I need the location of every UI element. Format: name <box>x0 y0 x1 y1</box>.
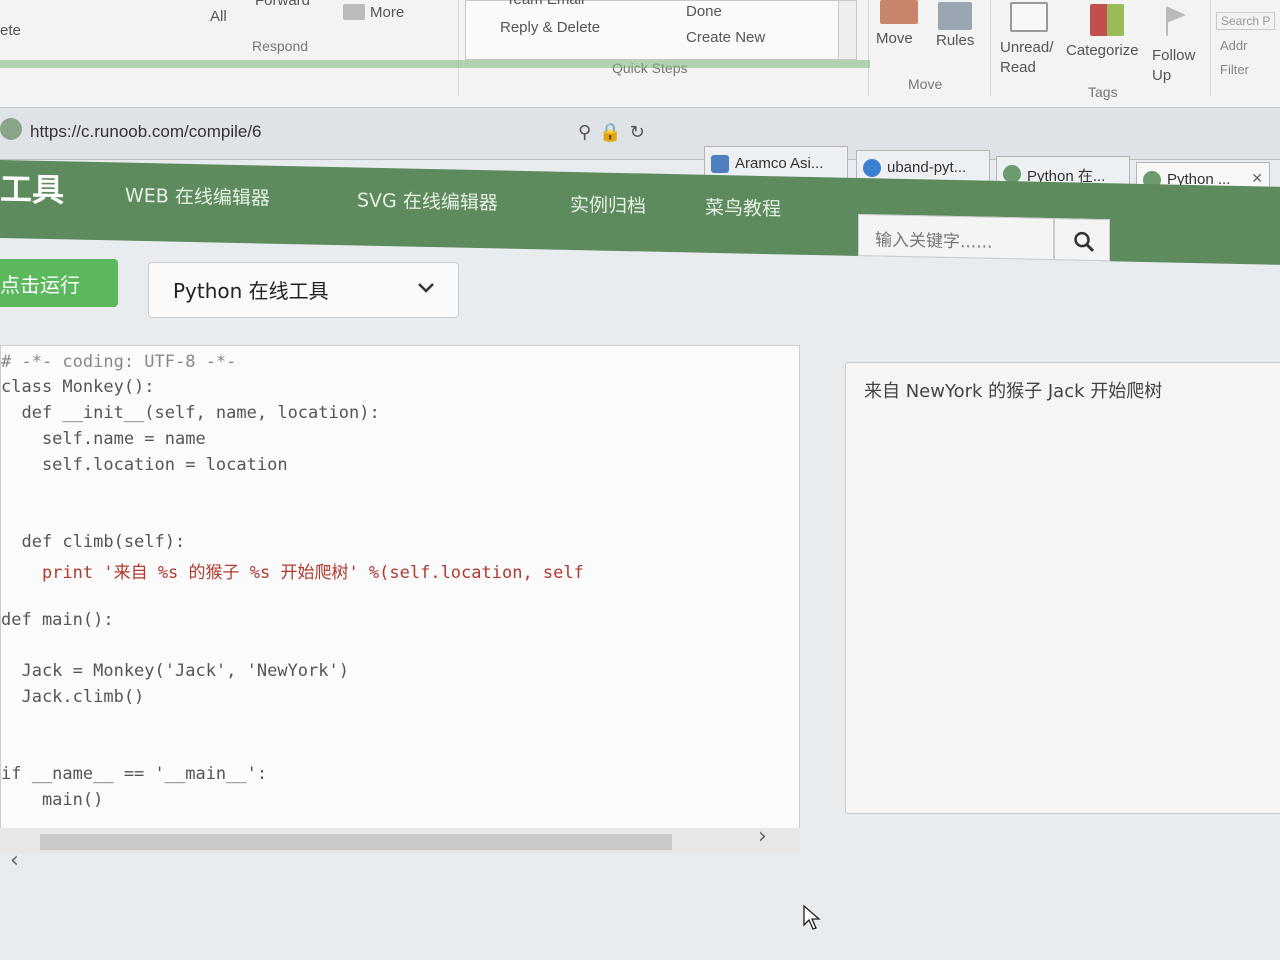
address-bar-icons: ⚲🔒↻ <box>578 122 653 143</box>
scroll-right-icon[interactable]: › <box>758 824 767 849</box>
forward-button[interactable]: Forward <box>255 0 310 9</box>
respond-group-label: Respond <box>252 38 309 54</box>
code-line: def main(): <box>1 610 114 630</box>
code-line: def climb(self): <box>1 532 186 552</box>
create-new-step[interactable]: Create New <box>686 29 765 46</box>
search-people-field[interactable]: Search P <box>1216 12 1276 30</box>
done-step[interactable]: Done <box>686 3 722 20</box>
categorize-icon <box>1090 4 1124 36</box>
reply-delete-step[interactable]: Reply & Delete <box>500 19 600 36</box>
search-input[interactable]: 输入关键字...... <box>858 213 1054 261</box>
code-line: Jack = Monkey('Jack', 'NewYork') <box>1 661 349 681</box>
lock-icon: 🔒 <box>599 122 630 143</box>
code-line: Jack.climb() <box>1 687 145 707</box>
rules-button[interactable]: Rules <box>936 32 974 49</box>
quick-steps-gallery[interactable]: Team Email Reply & Delete Done Create Ne… <box>465 0 857 60</box>
site-logo[interactable]: 工具 <box>0 164 64 211</box>
scrollbar-thumb[interactable] <box>40 834 672 850</box>
nav-link-examples[interactable]: 实例归档 <box>570 190 646 219</box>
refresh-icon[interactable]: ↻ <box>630 122 653 143</box>
nav-link-web-editor[interactable]: WEB 在线编辑器 <box>125 181 270 211</box>
unread-read-button[interactable]: Unread/ Read <box>1000 38 1062 78</box>
search-button[interactable] <box>1054 218 1110 262</box>
code-line: # -*- coding: UTF-8 -*- <box>1 352 237 372</box>
scroll-left-icon[interactable]: ‹ <box>10 848 19 873</box>
envelope-icon <box>1010 2 1048 32</box>
ribbon-separator <box>1210 0 1211 96</box>
team-email-step[interactable]: Team Email <box>506 0 584 8</box>
editor-horizontal-scrollbar[interactable] <box>0 828 800 854</box>
ribbon-separator <box>990 0 991 96</box>
move-button[interactable]: Move <box>876 30 913 47</box>
tab-label: uband-pyt... <box>887 159 967 176</box>
code-line: print '来自 %s 的猴子 %s 开始爬树' %(self.locatio… <box>1 563 584 583</box>
more-button[interactable]: More <box>370 4 404 21</box>
ribbon-separator <box>868 0 869 96</box>
output-text: 来自 NewYork 的猴子 Jack 开始爬树 <box>864 381 1163 402</box>
follow-up-button[interactable]: Follow Up <box>1152 46 1202 86</box>
chevron-down-icon <box>418 283 434 293</box>
categorize-button[interactable]: Categorize <box>1066 42 1139 59</box>
ie-icon <box>863 159 881 177</box>
nav-link-runoob-tutorial[interactable]: 菜鸟教程 <box>705 193 781 222</box>
language-select-value: Python 在线工具 <box>173 279 329 303</box>
delete-button-partial[interactable]: ete <box>0 22 21 39</box>
close-icon[interactable]: ✕ <box>1251 170 1263 187</box>
move-group-label: Move <box>908 76 943 92</box>
code-line: if __name__ == '__main__': <box>1 764 268 784</box>
browser-address-bar: https://c.runoob.com/compile/6 ⚲🔒↻ <box>0 108 1280 160</box>
tab-label: Aramco Asi... <box>735 155 824 172</box>
nav-link-svg-editor[interactable]: SVG 在线编辑器 <box>357 185 498 215</box>
filter-email-button[interactable]: Filter <box>1220 62 1249 77</box>
code-line: self.name = name <box>1 429 206 449</box>
tags-group-label: Tags <box>1088 84 1118 100</box>
code-editor[interactable]: # -*- coding: UTF-8 -*- class Monkey(): … <box>0 345 800 850</box>
code-line: def __init__(self, name, location): <box>1 403 380 423</box>
output-panel: 来自 NewYork 的猴子 Jack 开始爬树 <box>845 362 1280 814</box>
more-icon <box>343 4 365 20</box>
search-icon[interactable]: ⚲ <box>578 122 599 143</box>
reply-all-button[interactable]: All <box>210 8 227 25</box>
sharepoint-icon <box>711 155 729 173</box>
code-line: main() <box>1 790 104 810</box>
language-select[interactable]: Python 在线工具 <box>148 262 459 318</box>
code-line: class Monkey(): <box>1 377 155 397</box>
ribbon-status-bar <box>0 60 870 68</box>
address-book-button[interactable]: Addr <box>1220 38 1247 53</box>
move-icon <box>880 0 918 24</box>
code-line: self.location = location <box>1 455 288 475</box>
quick-steps-scroll[interactable] <box>838 1 856 59</box>
outlook-ribbon: ete All Forward More Respond Team Email … <box>0 0 1280 108</box>
flag-icon <box>1166 6 1186 36</box>
rules-icon <box>938 2 972 30</box>
run-button[interactable]: 点击运行 <box>0 259 118 307</box>
ribbon-separator <box>458 0 459 96</box>
url-field[interactable]: https://c.runoob.com/compile/6 <box>30 122 262 142</box>
search-icon <box>1074 231 1095 252</box>
mouse-cursor-icon <box>803 905 821 930</box>
site-favicon-icon <box>0 118 22 140</box>
